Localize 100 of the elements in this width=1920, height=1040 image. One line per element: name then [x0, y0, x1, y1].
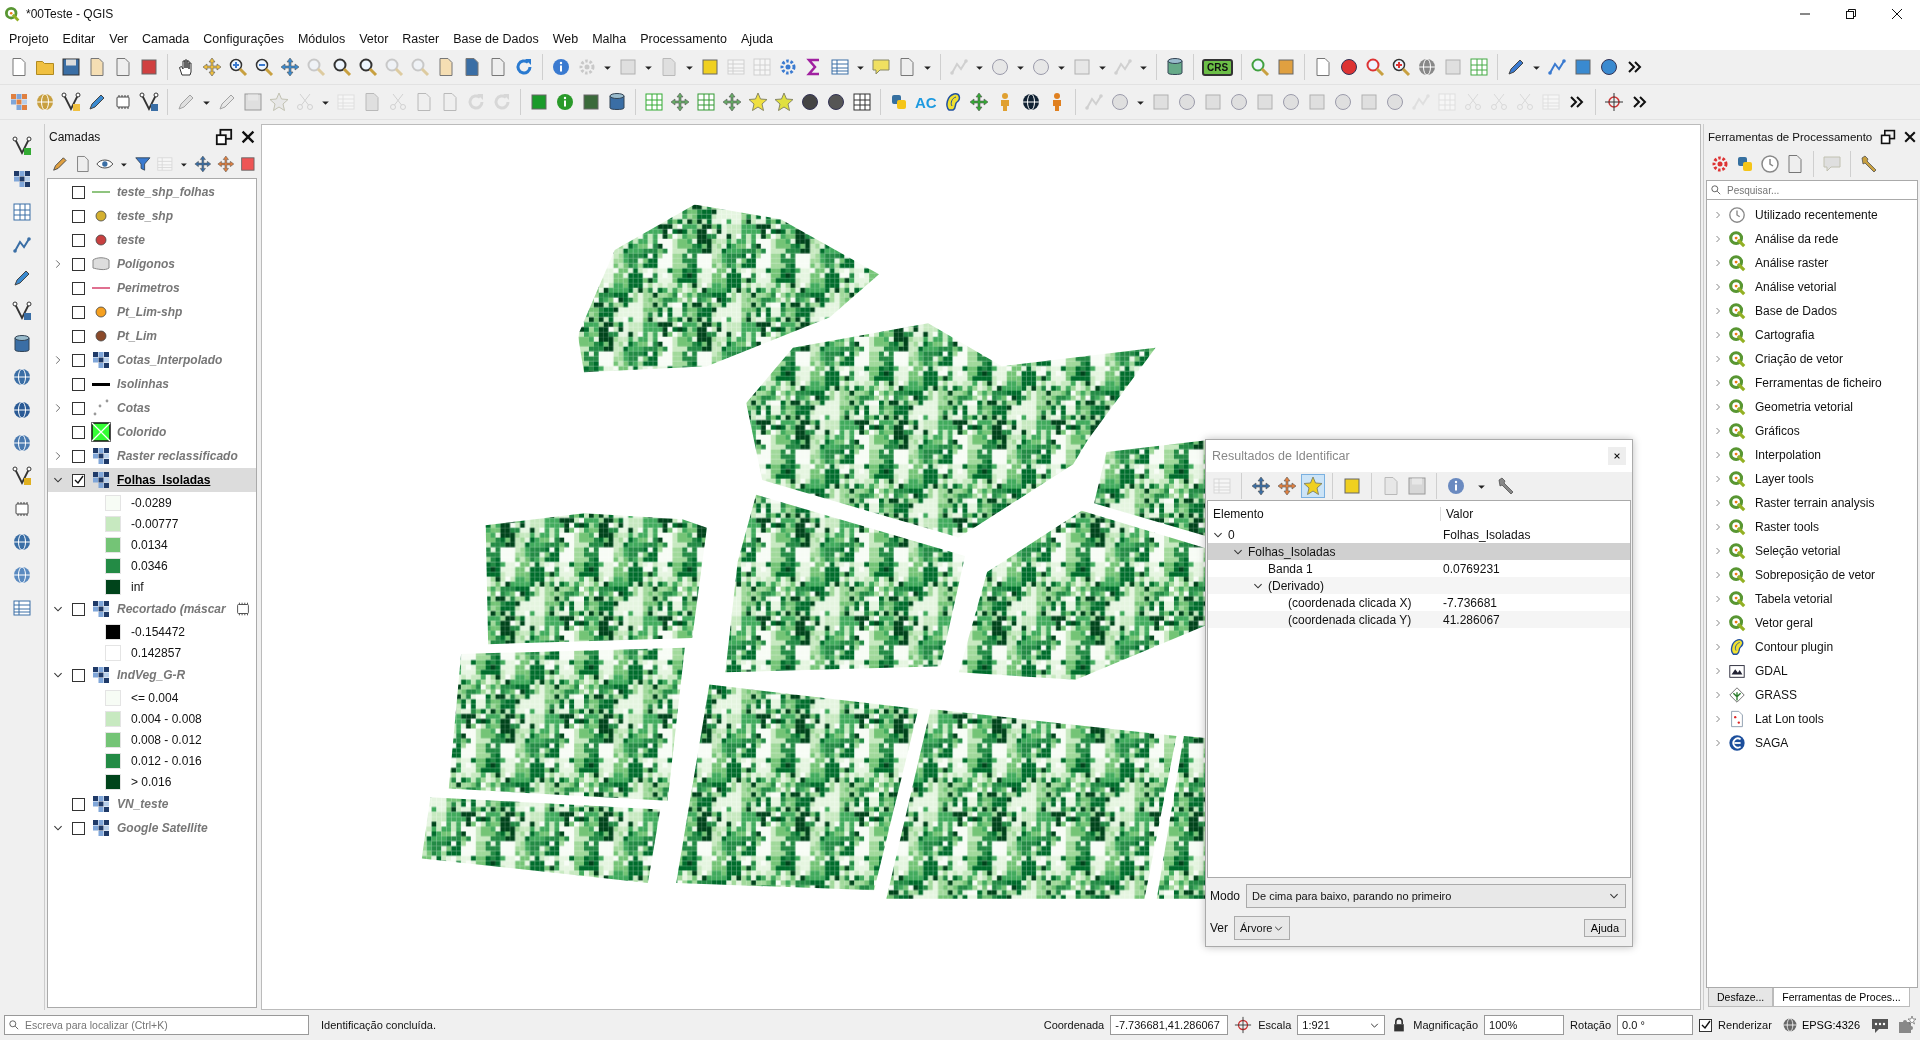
view-dropdown[interactable]: Árvore	[1234, 916, 1290, 940]
layer-row[interactable]: Raster reclassificado	[48, 444, 256, 468]
menu-item[interactable]: Raster	[395, 30, 447, 48]
tree-row[interactable]: (coordenada clicada X) -7.736681	[1208, 594, 1630, 611]
layer-row[interactable]: Cotas	[48, 396, 256, 420]
layer-row[interactable]: Colorido	[48, 420, 256, 444]
menu-item[interactable]: Malha	[585, 30, 634, 48]
layer-name[interactable]: Polígonos	[117, 257, 175, 271]
rotation-field[interactable]: 0.0 °	[1617, 1015, 1694, 1035]
layer-name[interactable]: teste_shp	[117, 209, 174, 223]
tree-item[interactable]: Análise vetorial	[1755, 280, 1837, 294]
menu-item[interactable]: Camada	[135, 30, 197, 48]
layer-name[interactable]: Cotas_Interpolado	[117, 353, 223, 367]
locator-search-field[interactable]: Escreva para localizar (Ctrl+K)	[4, 1015, 309, 1035]
layer-row[interactable]: Pt_Lim	[48, 324, 256, 348]
menu-item[interactable]: Ajuda	[734, 30, 780, 48]
tree-item[interactable]: Raster tools	[1755, 520, 1820, 534]
layer-name[interactable]: Pt_Lim-shp	[117, 305, 183, 319]
tree-item[interactable]: (coordenada clicada X)	[1288, 595, 1412, 610]
crs-status-button[interactable]: EPSG:4326	[1777, 1017, 1864, 1033]
layer-row[interactable]: teste_shp	[48, 204, 256, 228]
status-message: Identificação concluída.	[321, 1019, 437, 1031]
legend-label: 0.008 - 0.012	[131, 732, 202, 747]
scale-dropdown[interactable]: 1:921	[1297, 1015, 1386, 1035]
tree-item[interactable]: Folhas_Isoladas	[1248, 544, 1336, 559]
tree-item[interactable]: 0	[1228, 527, 1235, 542]
layer-row[interactable]: teste_shp_folhas	[48, 180, 256, 204]
tree-row[interactable]: 0 Folhas_Isoladas	[1208, 526, 1630, 543]
tree-row[interactable]: (Derivado)	[1208, 577, 1630, 594]
tree-item[interactable]: Análise raster	[1755, 256, 1829, 270]
mode-dropdown[interactable]: De cima para baixo, parando no primeiro	[1246, 884, 1626, 908]
layer-row[interactable]: Google Satellite	[48, 816, 256, 840]
layer-row[interactable]: Perimetros	[48, 276, 256, 300]
column-header[interactable]: Elemento	[1208, 506, 1440, 521]
layer-name[interactable]: Isolinhas	[117, 377, 169, 391]
layer-name[interactable]: IndVeg_G-R	[117, 668, 186, 682]
layer-row[interactable]: Polígonos	[48, 252, 256, 276]
tree-item[interactable]: Banda 1	[1268, 561, 1313, 576]
menu-item[interactable]: Editar	[55, 30, 103, 48]
tree-item[interactable]: Geometria vetorial	[1755, 400, 1854, 414]
tree-item[interactable]: Utilizado recentemente	[1755, 208, 1878, 222]
menu-item[interactable]: Processamento	[633, 30, 735, 48]
layer-name[interactable]: VN_teste	[117, 797, 169, 811]
menu-item[interactable]: Vetor	[352, 30, 396, 48]
layer-row[interactable]: Recortado (máscar	[48, 597, 256, 621]
layer-name[interactable]: Google Satellite	[117, 821, 208, 835]
tree-item[interactable]: GDAL	[1755, 664, 1788, 678]
help-button[interactable]: Ajuda	[1583, 919, 1626, 937]
tree-item[interactable]: Raster terrain analysis	[1755, 496, 1875, 510]
menu-item[interactable]: Base de Dados	[446, 30, 546, 48]
tree-item[interactable]: Tabela vetorial	[1755, 592, 1833, 606]
tree-item[interactable]: Contour plugin	[1755, 640, 1834, 654]
layer-name[interactable]: Raster reclassificado	[117, 449, 238, 463]
tree-item[interactable]: Base de Dados	[1755, 304, 1838, 318]
tree-item[interactable]: Seleção vetorial	[1755, 544, 1841, 558]
panel-tab[interactable]: Ferramentas de Proces...	[1773, 988, 1910, 1007]
tree-item[interactable]: SAGA	[1755, 736, 1789, 750]
layer-name[interactable]: Colorido	[117, 425, 167, 439]
tree-row[interactable]: (coordenada clicada Y) 41.286067	[1208, 611, 1630, 628]
layer-name[interactable]: teste_shp_folhas	[117, 185, 216, 199]
tree-item[interactable]: Lat Lon tools	[1755, 712, 1824, 726]
layer-row[interactable]: Cotas_Interpolado	[48, 348, 256, 372]
menu-item[interactable]: Projeto	[2, 30, 56, 48]
layer-name[interactable]: Folhas_Isoladas	[117, 473, 211, 487]
tree-item[interactable]: (coordenada clicada Y)	[1288, 612, 1412, 627]
tree-item[interactable]: Layer tools	[1755, 472, 1814, 486]
tree-item[interactable]: Criação de vetor	[1755, 352, 1844, 366]
layer-row[interactable]: Folhas_Isoladas	[48, 468, 256, 492]
layer-row[interactable]: IndVeg_G-R	[48, 663, 256, 687]
tree-item[interactable]: GRASS	[1755, 688, 1797, 702]
menu-item[interactable]: Configurações	[196, 30, 291, 48]
tree-item[interactable]: Sobreposição de vetor	[1755, 568, 1876, 582]
layer-name[interactable]: Recortado (máscar	[117, 602, 226, 616]
search-field[interactable]: Pesquisar...	[1706, 180, 1918, 200]
layer-row[interactable]: teste	[48, 228, 256, 252]
tree-item[interactable]: Gráficos	[1755, 424, 1800, 438]
menu-item[interactable]: Módulos	[290, 30, 353, 48]
magnification-field[interactable]: 100%	[1484, 1015, 1565, 1035]
column-header[interactable]: Valor	[1440, 506, 1630, 521]
layer-row[interactable]: Isolinhas	[48, 372, 256, 396]
tree-item[interactable]: Interpolation	[1755, 448, 1822, 462]
crs-button[interactable]: CRS	[1202, 58, 1234, 76]
layer-name[interactable]: Perimetros	[117, 281, 180, 295]
tree-value: 0.0769231	[1443, 561, 1500, 576]
layer-row[interactable]: Pt_Lim-shp	[48, 300, 256, 324]
tree-item[interactable]: Análise da rede	[1755, 232, 1839, 246]
layer-name[interactable]: Pt_Lim	[117, 329, 157, 343]
tree-item[interactable]: Ferramentas de ficheiro	[1755, 376, 1882, 390]
tree-row[interactable]: Folhas_Isoladas	[1208, 543, 1630, 560]
tree-item[interactable]: (Derivado)	[1268, 578, 1324, 593]
tree-item[interactable]: Vetor geral	[1755, 616, 1814, 630]
tree-row[interactable]: Banda 1 0.0769231	[1208, 560, 1630, 577]
layer-name[interactable]: Cotas	[117, 401, 151, 415]
tree-item[interactable]: Cartografia	[1755, 328, 1815, 342]
panel-tab[interactable]: Desfaze...	[1708, 988, 1774, 1007]
menu-item[interactable]: Ver	[102, 30, 136, 48]
coordinate-field[interactable]: -7.736681,41.286067	[1110, 1015, 1229, 1035]
menu-item[interactable]: Web	[545, 30, 586, 48]
layer-row[interactable]: VN_teste	[48, 792, 256, 816]
layer-name[interactable]: teste	[117, 233, 145, 247]
